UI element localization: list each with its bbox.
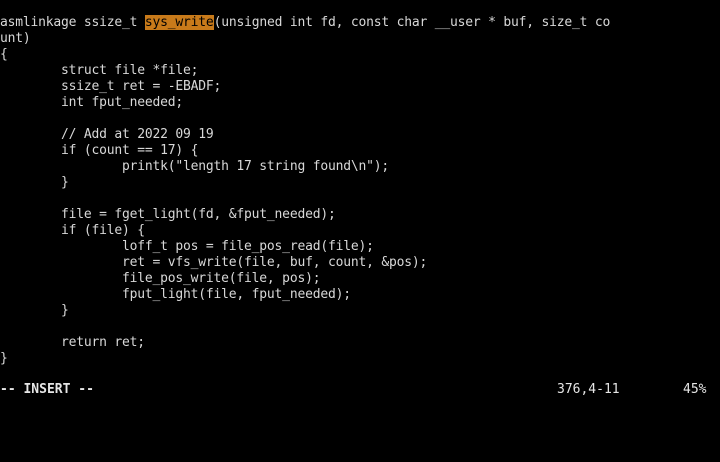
scroll-percent: 45% [683,382,707,397]
code-line-22: } [0,351,8,366]
code-line-15: loff_t pos = file_pos_read(file); [0,239,374,254]
code-line-14: if (file) { [0,223,145,238]
search-highlight: sys_write [144,15,214,30]
editor-buffer[interactable]: asmlinkage ssize_t sys_write(unsigned in… [0,15,720,367]
code-line-13: file = fget_light(fd, &fput_needed); [0,207,336,222]
code-line-4: struct file *file; [0,63,199,78]
code-line-6: int fput_needed; [0,95,184,110]
code-line-17: file_pos_write(file, pos); [0,271,321,286]
code-line-16: ret = vfs_write(file, buf, count, &pos); [0,255,428,270]
code-line-10: printk("length 17 string found\n"); [0,159,389,174]
code-line-1: asmlinkage ssize_t sys_write(unsigned in… [0,15,720,31]
mode-indicator: -- INSERT -- [0,382,94,397]
code-line-5: ssize_t ret = -EBADF; [0,79,222,94]
code-line-8: // Add at 2022 09 19 [0,127,214,142]
code-line-11: } [0,175,69,190]
status-line: -- INSERT -- 376,4-11 45% [0,382,720,398]
terminal-window[interactable]: asmlinkage ssize_t sys_write(unsigned in… [0,0,720,400]
code-line-2: unt) [0,31,31,46]
code-line-19: } [0,303,69,318]
code-line-21: return ret; [0,335,145,350]
code-text: asmlinkage ssize_t [0,15,145,30]
code-text: (unsigned int fd, const char __user * bu… [213,15,611,30]
code-line-9: if (count == 17) { [0,143,199,158]
code-line-3: { [0,47,8,62]
cursor-position: 376,4-11 [557,382,620,397]
code-line-18: fput_light(file, fput_needed); [0,287,351,302]
